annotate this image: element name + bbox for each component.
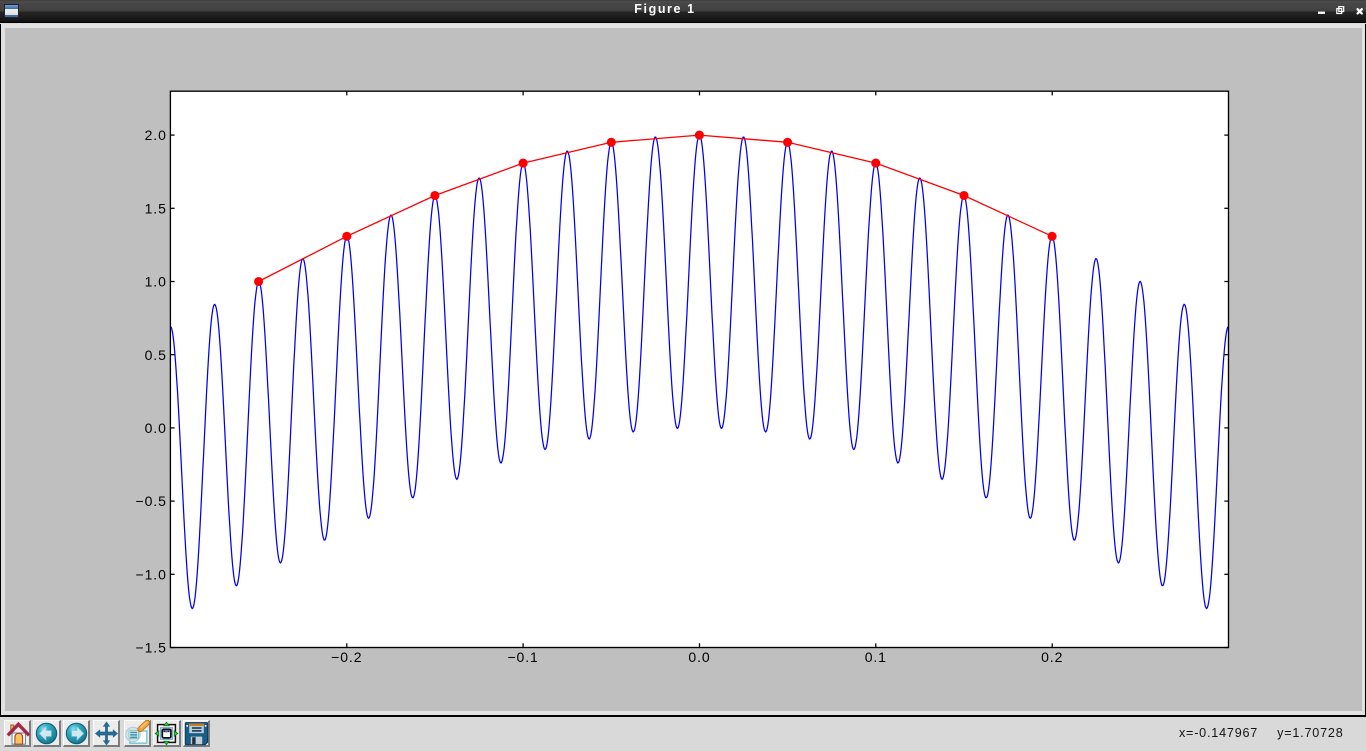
svg-text:0.5: 0.5 — [145, 347, 167, 363]
svg-text:1.0: 1.0 — [145, 274, 167, 290]
svg-text:−0.2: −0.2 — [331, 649, 362, 665]
svg-text:0.1: 0.1 — [865, 649, 887, 665]
svg-text:−1.5: −1.5 — [136, 640, 167, 656]
svg-text:−0.1: −0.1 — [507, 649, 538, 665]
svg-text:2.0: 2.0 — [145, 127, 167, 143]
svg-text:1.5: 1.5 — [145, 200, 167, 216]
svg-text:0.0: 0.0 — [145, 420, 167, 436]
svg-text:0.2: 0.2 — [1041, 649, 1063, 665]
svg-text:−0.5: −0.5 — [136, 493, 167, 509]
svg-text:−1.0: −1.0 — [136, 566, 167, 582]
svg-text:0.0: 0.0 — [688, 649, 710, 665]
